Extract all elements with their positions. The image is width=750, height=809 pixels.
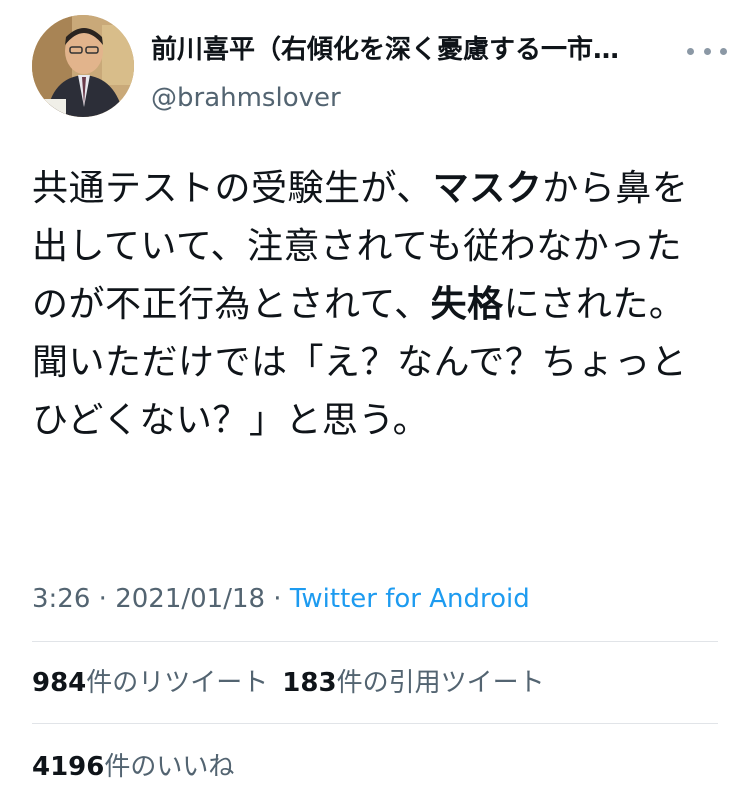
retweets-stat[interactable]: 984件のリツイート bbox=[32, 668, 268, 698]
divider bbox=[32, 723, 718, 724]
tweet-text: 共通テストの受験生が、マスクから鼻を出していて、注意されても従わなかったのが不正… bbox=[32, 160, 712, 450]
avatar-photo bbox=[32, 15, 134, 117]
tweet-text-emphasis: マスク bbox=[432, 168, 543, 209]
user-handle[interactable]: @brahmslover bbox=[151, 81, 341, 115]
likes-stats-row: 4196件のいいね bbox=[32, 750, 234, 784]
tweet-time[interactable]: 3:26 bbox=[32, 584, 90, 614]
likes-label: 件のいいね bbox=[104, 752, 235, 782]
tweet-text-emphasis: 失格 bbox=[430, 284, 504, 325]
tweet-header: 前川喜平（右傾化を深く憂慮する一市… @brahmslover bbox=[32, 15, 732, 119]
retweet-stats-row: 984件のリツイート 183件の引用ツイート bbox=[32, 666, 545, 700]
tweet-source-link[interactable]: Twitter for Android bbox=[290, 584, 530, 614]
retweets-label: 件のリツイート bbox=[86, 668, 269, 698]
tweet-meta: 3:26 · 2021/01/18 · Twitter for Android bbox=[32, 582, 530, 616]
tweet-detail: 前川喜平（右傾化を深く憂慮する一市… @brahmslover 共通テストの受験… bbox=[0, 0, 750, 809]
divider bbox=[32, 641, 718, 642]
tweet-date[interactable]: 2021/01/18 bbox=[115, 584, 265, 614]
retweets-count: 984 bbox=[32, 668, 87, 698]
quotes-label: 件の引用ツイート bbox=[336, 668, 545, 698]
quotes-count: 183 bbox=[282, 668, 337, 698]
meta-separator: · bbox=[265, 584, 290, 614]
tweet-text-segment: 共通テストの受験生が、 bbox=[32, 168, 433, 209]
more-horizontal-icon[interactable] bbox=[682, 37, 732, 65]
likes-count: 4196 bbox=[32, 752, 105, 782]
likes-stat[interactable]: 4196件のいいね bbox=[32, 752, 234, 782]
meta-separator: · bbox=[90, 584, 116, 614]
avatar[interactable] bbox=[32, 15, 134, 117]
quotes-stat[interactable]: 183件の引用ツイート bbox=[282, 668, 544, 698]
display-name[interactable]: 前川喜平（右傾化を深く憂慮する一市… bbox=[151, 33, 671, 67]
